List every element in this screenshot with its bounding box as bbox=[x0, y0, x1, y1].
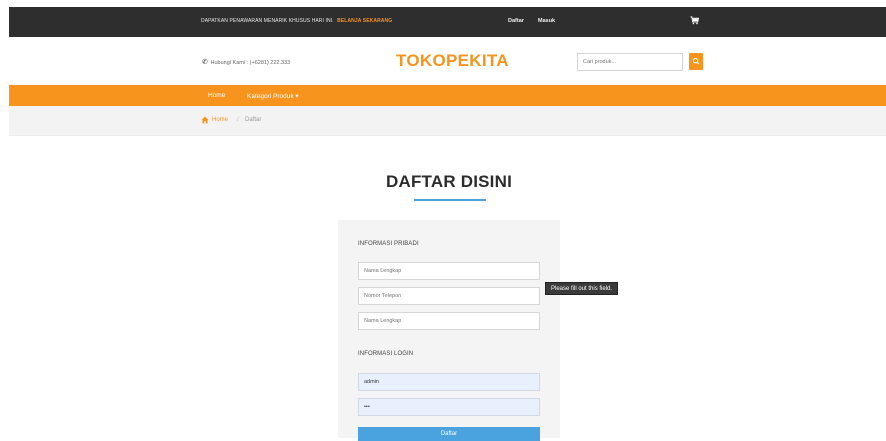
full-name-field[interactable] bbox=[358, 262, 540, 280]
register-submit-button[interactable]: Daftar bbox=[358, 427, 540, 441]
nav-item-home[interactable]: Home bbox=[208, 92, 225, 99]
register-form: INFORMASI PRIBADI INFORMASI LOGIN Daftar bbox=[338, 220, 560, 441]
main-nav: Home Kategori Produk ▾ bbox=[9, 85, 886, 106]
section-personal-info: INFORMASI PRIBADI bbox=[358, 241, 419, 247]
section-login-info: INFORMASI LOGIN bbox=[358, 351, 414, 357]
title-underline bbox=[414, 199, 486, 201]
promo-cta-link[interactable]: BELANJA SEKARANG bbox=[337, 18, 392, 24]
login-link[interactable]: Masuk bbox=[538, 18, 555, 24]
password-field[interactable] bbox=[358, 398, 540, 416]
site-logo[interactable]: TOKOPEKITA bbox=[396, 51, 509, 71]
breadcrumb: Home / Daftar bbox=[9, 106, 886, 136]
search-icon bbox=[692, 57, 700, 65]
nav-item-categories[interactable]: Kategori Produk ▾ bbox=[247, 92, 299, 100]
breadcrumb-separator: / bbox=[237, 117, 239, 123]
shopping-cart-icon[interactable] bbox=[690, 16, 699, 25]
home-icon bbox=[201, 116, 209, 124]
phone-icon: ✆ bbox=[202, 59, 208, 66]
breadcrumb-current: Daftar bbox=[245, 117, 262, 123]
breadcrumb-home-link[interactable]: Home bbox=[212, 117, 228, 123]
username-field[interactable] bbox=[358, 373, 540, 391]
top-bar: DAPATKAN PENAWARAN MENARIK KHUSUS HARI I… bbox=[9, 7, 886, 37]
validation-tooltip: Please fill out this field. bbox=[545, 282, 619, 295]
promo-text: DAPATKAN PENAWARAN MENARIK KHUSUS HARI I… bbox=[201, 18, 392, 24]
page-title: DAFTAR DISINI bbox=[386, 172, 512, 191]
site-header: ✆ Hubungi Kami : (+6281) 222.333 TOKOPEK… bbox=[9, 37, 886, 85]
phone-field[interactable] bbox=[358, 287, 540, 305]
contact-phone-label: Hubungi Kami : (+6281) 222.333 bbox=[210, 60, 291, 66]
contact-phone: ✆ Hubungi Kami : (+6281) 222.333 bbox=[202, 58, 290, 66]
search-button[interactable] bbox=[689, 53, 703, 70]
promo-message: DAPATKAN PENAWARAN MENARIK KHUSUS HARI I… bbox=[201, 18, 334, 24]
search-input[interactable] bbox=[577, 53, 683, 71]
register-link[interactable]: Daftar bbox=[508, 18, 524, 24]
address-field[interactable] bbox=[358, 312, 540, 330]
